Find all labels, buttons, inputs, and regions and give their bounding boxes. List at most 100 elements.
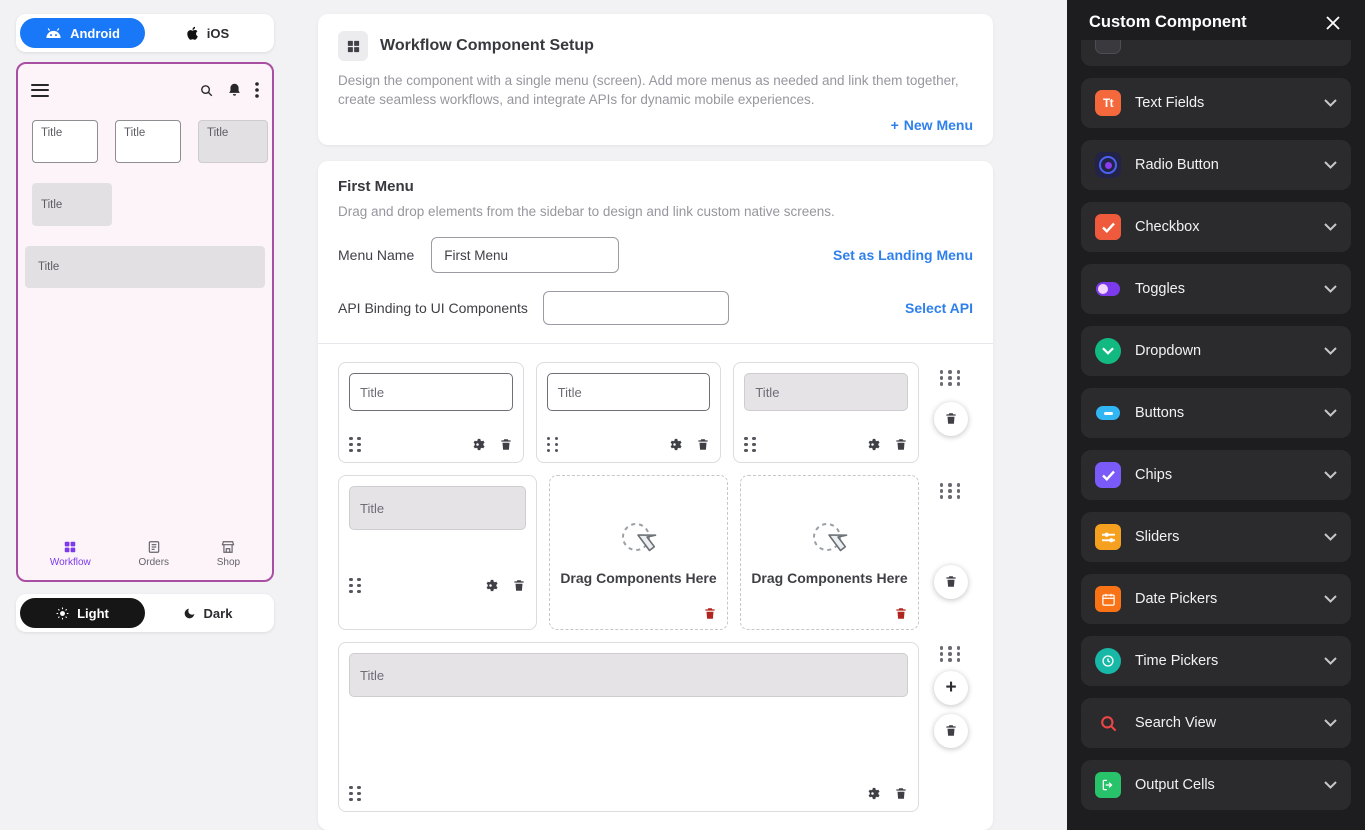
delete-icon[interactable]: [696, 437, 710, 452]
settings-icon[interactable]: [470, 437, 485, 452]
bell-icon: [227, 82, 242, 98]
delete-zone-icon[interactable]: [703, 606, 717, 621]
chevron-down-icon[interactable]: [1324, 781, 1337, 789]
chevron-down-icon[interactable]: [1324, 471, 1337, 479]
drag-handle-icon[interactable]: [349, 578, 363, 594]
component-category-text-fields[interactable]: Tt Text Fields: [1081, 78, 1351, 128]
sun-icon: [56, 607, 69, 620]
textfield-component-filled[interactable]: Title: [349, 653, 908, 697]
chevron-down-icon[interactable]: [1324, 719, 1337, 727]
button-icon: [1095, 400, 1121, 426]
delete-row-button[interactable]: [934, 402, 968, 436]
hamburger-menu-icon: [31, 80, 49, 100]
delete-icon[interactable]: [499, 437, 513, 452]
component-category-toggles[interactable]: Toggles: [1081, 264, 1351, 314]
left-panel: Android iOS Title Title Title Title Titl…: [0, 0, 290, 830]
add-row-button[interactable]: +: [934, 671, 968, 705]
setup-description: Design the component with a single menu …: [338, 72, 970, 109]
component-card[interactable]: Title: [733, 362, 919, 463]
preview-nav-orders: Orders: [138, 540, 169, 568]
category-label: Text Fields: [1135, 95, 1310, 111]
search-view-icon: [1095, 710, 1121, 736]
button-component-filled[interactable]: Title: [349, 486, 526, 530]
android-tab[interactable]: Android: [20, 18, 145, 48]
component-card-wide[interactable]: Title: [338, 642, 919, 812]
component-category-search-view[interactable]: Search View: [1081, 698, 1351, 748]
textfield-component[interactable]: Title: [349, 373, 513, 411]
chevron-down-icon[interactable]: [1324, 409, 1337, 417]
component-list[interactable]: Tt Text Fields Radio Button Checkbox Tog…: [1067, 40, 1365, 830]
page-title: Workflow Component Setup: [380, 37, 594, 55]
drop-zone[interactable]: Drag Components Here: [740, 475, 919, 630]
drop-zone[interactable]: Drag Components Here: [549, 475, 728, 630]
storefront-icon: [221, 540, 235, 554]
component-icon: [1095, 40, 1121, 54]
ios-tab[interactable]: iOS: [145, 18, 270, 48]
api-binding-input[interactable]: [543, 291, 729, 325]
component-category-date-pickers[interactable]: Date Pickers: [1081, 574, 1351, 624]
toggle-icon: [1095, 276, 1121, 302]
receipt-icon: [147, 540, 161, 554]
menu-subtitle: Drag and drop elements from the sidebar …: [338, 204, 973, 219]
drag-handle-icon[interactable]: [349, 786, 363, 802]
row-drag-handle-icon[interactable]: [940, 646, 963, 662]
settings-icon[interactable]: [667, 437, 682, 452]
delete-zone-icon[interactable]: [894, 606, 908, 621]
chevron-down-icon[interactable]: [1324, 533, 1337, 541]
radio-button-icon: [1095, 152, 1121, 178]
component-category-radio-button[interactable]: Radio Button: [1081, 140, 1351, 190]
chevron-down-icon[interactable]: [1324, 161, 1337, 169]
nav-label: Workflow: [50, 557, 91, 568]
chevron-down-icon[interactable]: [1324, 99, 1337, 107]
component-card[interactable]: Title: [536, 362, 722, 463]
delete-row-button[interactable]: [934, 565, 968, 599]
chevron-down-icon[interactable]: [1324, 285, 1337, 293]
drag-handle-icon[interactable]: [547, 437, 561, 453]
close-icon[interactable]: [1325, 15, 1341, 31]
settings-icon[interactable]: [483, 578, 498, 593]
chevron-down-icon[interactable]: [1324, 347, 1337, 355]
category-label: Output Cells: [1135, 777, 1310, 793]
component-category-checkbox[interactable]: Checkbox: [1081, 202, 1351, 252]
delete-row-button[interactable]: [934, 714, 968, 748]
component-category-partial[interactable]: [1081, 40, 1351, 66]
chevron-down-icon[interactable]: [1324, 595, 1337, 603]
menu-name-label: Menu Name: [338, 247, 414, 263]
row-drag-handle-icon[interactable]: [940, 483, 963, 499]
settings-icon[interactable]: [865, 437, 880, 452]
chevron-down-icon[interactable]: [1324, 657, 1337, 665]
component-grid-icon: [338, 31, 368, 61]
category-label: Search View: [1135, 715, 1310, 731]
delete-icon[interactable]: [512, 578, 526, 593]
drag-handle-icon[interactable]: [744, 437, 758, 453]
set-landing-menu-link[interactable]: Set as Landing Menu: [833, 247, 973, 263]
textfield-component[interactable]: Title: [547, 373, 711, 411]
component-category-chips[interactable]: Chips: [1081, 450, 1351, 500]
category-label: Dropdown: [1135, 343, 1310, 359]
settings-icon[interactable]: [865, 786, 880, 801]
component-card[interactable]: Title: [338, 362, 524, 463]
custom-component-panel: Custom Component Tt Text Fields Radio Bu…: [1067, 0, 1365, 830]
textfield-component-filled[interactable]: Title: [744, 373, 908, 411]
component-category-time-pickers[interactable]: Time Pickers: [1081, 636, 1351, 686]
new-menu-label: New Menu: [904, 117, 973, 133]
menu-name-input[interactable]: [431, 237, 619, 273]
new-menu-button[interactable]: + New Menu: [891, 117, 973, 133]
category-label: Time Pickers: [1135, 653, 1310, 669]
first-menu-card: First Menu Drag and drop elements from t…: [318, 161, 993, 830]
select-api-link[interactable]: Select API: [905, 300, 973, 316]
row-drag-handle-icon[interactable]: [940, 370, 963, 386]
component-category-sliders[interactable]: Sliders: [1081, 512, 1351, 562]
component-category-dropdown[interactable]: Dropdown: [1081, 326, 1351, 376]
component-card[interactable]: Title: [338, 475, 537, 630]
dark-theme-button[interactable]: Dark: [145, 598, 270, 628]
light-theme-button[interactable]: Light: [20, 598, 145, 628]
delete-icon[interactable]: [894, 437, 908, 452]
time-picker-icon: [1095, 648, 1121, 674]
drag-handle-icon[interactable]: [349, 437, 363, 453]
chip-icon: [1095, 462, 1121, 488]
chevron-down-icon[interactable]: [1324, 223, 1337, 231]
component-category-buttons[interactable]: Buttons: [1081, 388, 1351, 438]
component-category-output-cells[interactable]: Output Cells: [1081, 760, 1351, 810]
delete-icon[interactable]: [894, 786, 908, 801]
